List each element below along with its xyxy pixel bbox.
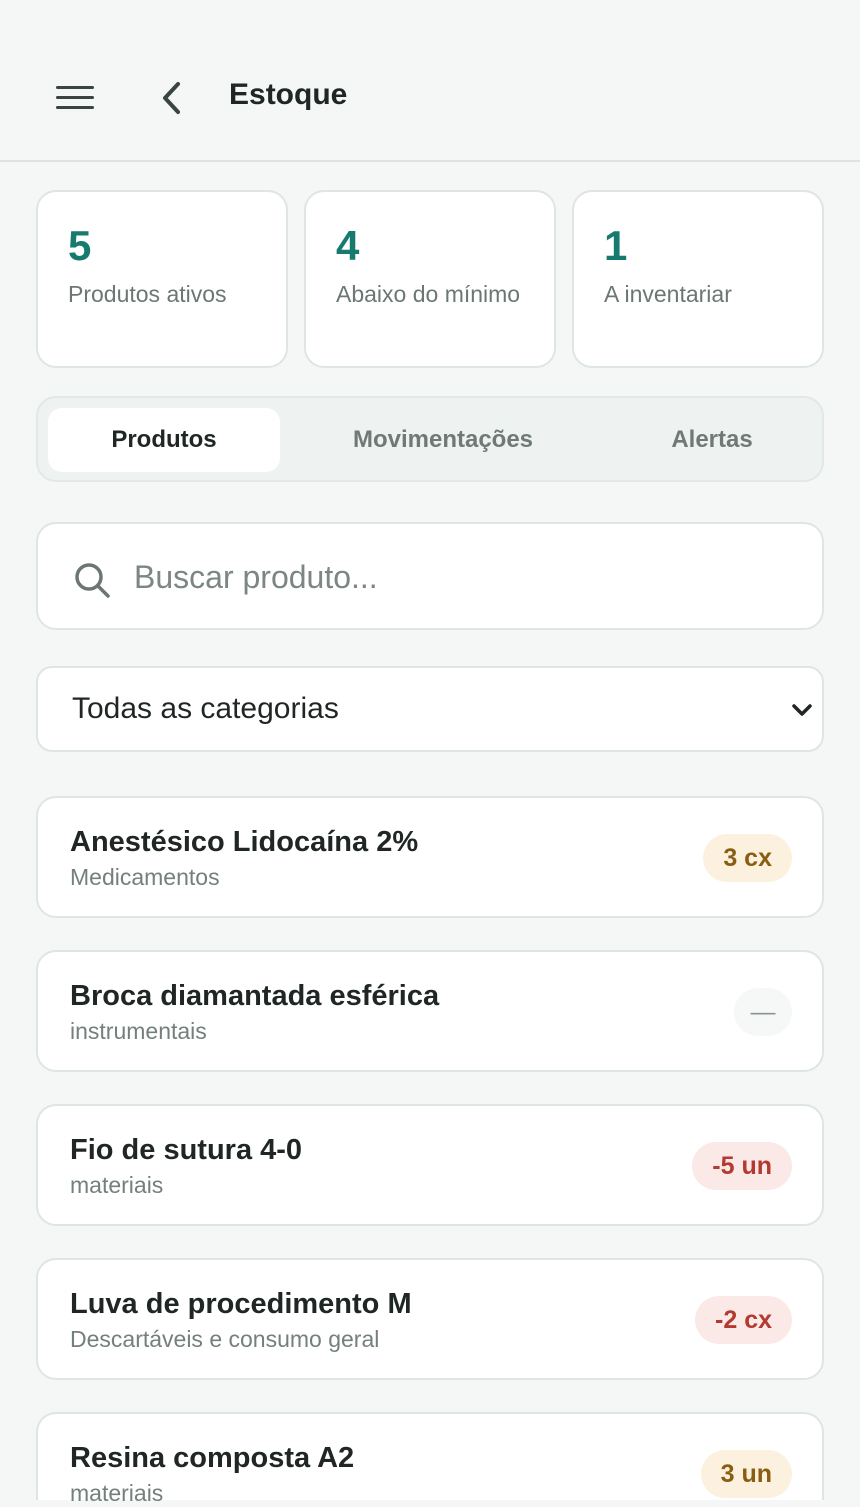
product-name: Fio de sutura 4-0 — [70, 1134, 303, 1166]
tab-movimentacoes[interactable]: Movimentações — [308, 408, 578, 472]
search-box — [36, 522, 824, 630]
stat-label: Abaixo do mínimo — [336, 281, 521, 307]
stat-card-active-products[interactable]: 5 Produtos ativos — [36, 190, 288, 368]
chevron-down-icon — [792, 704, 812, 716]
quantity-badge: — — [734, 988, 792, 1036]
search-icon — [75, 563, 110, 598]
product-card[interactable]: Broca diamantada esférica instrumentais … — [36, 950, 824, 1072]
tab-produtos[interactable]: Produtos — [48, 408, 280, 472]
category-select-value: Todas as categorias — [72, 692, 339, 725]
product-category: instrumentais — [70, 1018, 207, 1044]
stat-card-to-inventory[interactable]: 1 A inventariar — [572, 190, 824, 368]
quantity-badge: 3 un — [700, 1450, 792, 1498]
chevron-left-icon[interactable] — [156, 80, 192, 116]
stats-summary: 5 Produtos ativos 4 Abaixo do mínimo 1 A… — [36, 190, 824, 368]
search-input[interactable] — [134, 550, 794, 604]
product-name: Anestésico Lidocaína 2% — [70, 826, 419, 858]
stat-label: Produtos ativos — [68, 281, 227, 307]
stat-value: 1 — [604, 222, 628, 269]
app-header: Estoque — [0, 0, 860, 162]
quantity-badge: -5 un — [692, 1142, 792, 1190]
page-title: Estoque — [229, 78, 348, 111]
quantity-badge: -2 cx — [695, 1296, 792, 1344]
product-category: Medicamentos — [70, 864, 220, 890]
product-name: Resina composta A2 — [70, 1442, 355, 1474]
category-select[interactable]: Todas as categorias — [36, 666, 824, 752]
tab-bar: Produtos Movimentações Alertas — [36, 396, 824, 482]
stat-label: A inventariar — [604, 281, 732, 307]
tab-alertas[interactable]: Alertas — [610, 408, 814, 472]
stat-card-below-minimum[interactable]: 4 Abaixo do mínimo — [304, 190, 556, 368]
quantity-badge: 3 cx — [703, 834, 792, 882]
product-category: Descartáveis e consumo geral — [70, 1326, 380, 1352]
stat-value: 4 — [336, 222, 360, 269]
product-name: Luva de procedimento M — [70, 1288, 412, 1320]
product-name: Broca diamantada esférica — [70, 980, 440, 1012]
product-card[interactable]: Anestésico Lidocaína 2% Medicamentos 3 c… — [36, 796, 824, 918]
product-card[interactable]: Fio de sutura 4-0 materiais -5 un — [36, 1104, 824, 1226]
product-category: materiais — [70, 1480, 164, 1506]
stat-value: 5 — [68, 222, 92, 269]
menu-icon[interactable] — [56, 84, 96, 112]
product-card[interactable]: Resina composta A2 materiais 3 un — [36, 1412, 824, 1506]
product-card[interactable]: Luva de procedimento M Descartáveis e co… — [36, 1258, 824, 1380]
product-category: materiais — [70, 1172, 164, 1198]
